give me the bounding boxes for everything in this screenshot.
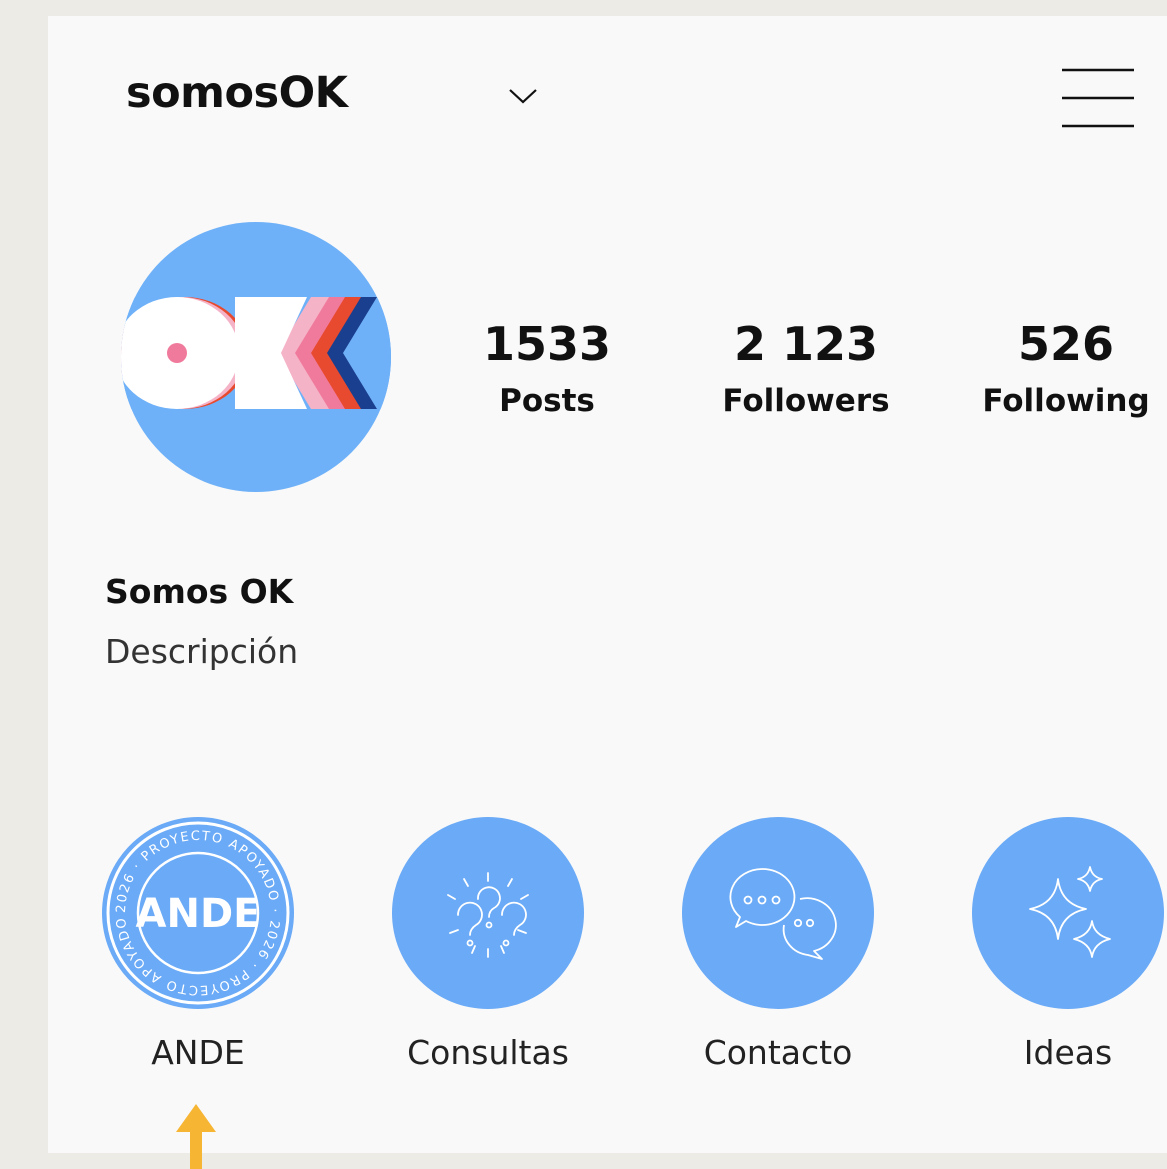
posts-count: 1533 [482,317,612,371]
profile-screen: somosOK 1533 Posts 2 123 Followers 526 F… [48,16,1167,1169]
following-count: 526 [1017,317,1115,371]
highlight-label: Consultas [407,1033,569,1072]
question-bubbles-icon [392,817,584,1009]
sparkles-icon [972,817,1164,1009]
highlight-contacto[interactable]: Contacto [658,817,898,1072]
highlight-ideas[interactable]: Ideas [948,817,1167,1072]
highlight-consultas[interactable]: Consultas [368,817,608,1072]
following-label: Following [982,383,1150,419]
profile-avatar[interactable] [121,222,391,492]
hamburger-menu-icon[interactable] [1060,68,1136,130]
posts-label: Posts [499,383,595,419]
ande-badge-text: ANDE [136,891,261,937]
chevron-down-icon[interactable] [507,84,539,108]
posts-stat[interactable]: 1533 Posts [437,312,657,430]
followers-label: Followers [722,383,890,419]
followers-count: 2 123 [733,317,879,371]
followers-stat[interactable]: 2 123 Followers [696,312,916,430]
highlight-label: ANDE [151,1033,245,1072]
ande-badge-icon: 2026 · PROYECTO APOYADO · 2026 · PROYECT… [102,817,294,1009]
highlight-ande[interactable]: 2026 · PROYECTO APOYADO · 2026 · PROYECT… [78,817,318,1072]
following-stat[interactable]: 526 Following [956,312,1167,430]
username-label: somosOK [126,68,348,118]
display-name: Somos OK [105,572,294,611]
profile-description: Descripción [105,632,299,671]
chat-bubbles-icon [682,817,874,1009]
highlight-label: Contacto [703,1033,853,1072]
arrow-up-icon [176,1104,216,1169]
highlight-label: Ideas [1023,1033,1113,1072]
